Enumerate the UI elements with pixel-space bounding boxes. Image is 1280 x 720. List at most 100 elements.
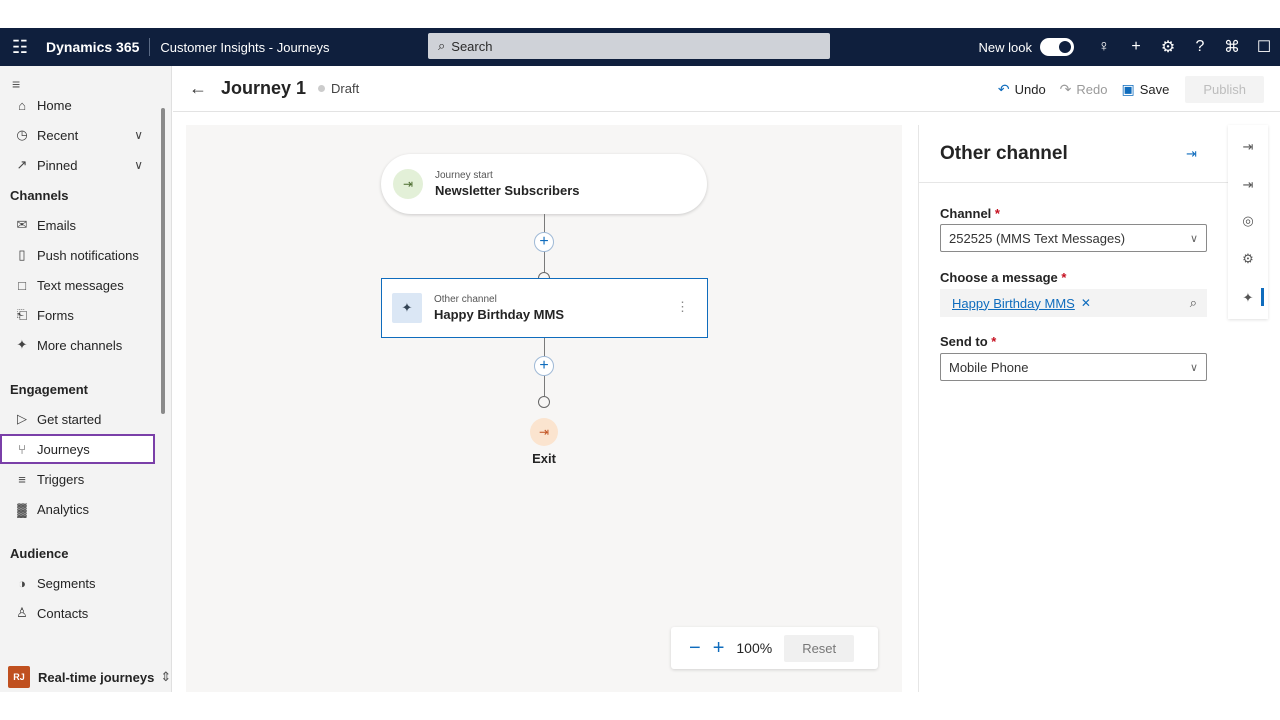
undo-label: Undo xyxy=(1014,82,1046,97)
sidebar-item-label: Forms xyxy=(37,307,74,323)
undo-icon: ↶ xyxy=(997,81,1010,97)
lightbulb-icon[interactable]: ♀ xyxy=(1088,38,1120,56)
phone-notification-icon: ▯ xyxy=(18,247,26,262)
required-marker: * xyxy=(1061,270,1067,285)
reset-zoom-button[interactable]: Reset xyxy=(784,634,855,662)
search-box[interactable]: ⌕ Search xyxy=(428,33,830,59)
selected-message-link[interactable]: Happy Birthday MMS xyxy=(952,296,1075,311)
send-to-value: Mobile Phone xyxy=(949,359,1029,375)
undo-button[interactable]: ↶ Undo xyxy=(998,81,1046,98)
sidebar-item-label: Journeys xyxy=(37,441,90,457)
channel-value: 252525 (MMS Text Messages) xyxy=(949,230,1126,246)
chat-icon[interactable]: ☐ xyxy=(1248,37,1280,57)
sidebar-item-emails[interactable]: ✉ Emails xyxy=(0,210,171,240)
sidebar-item-analytics[interactable]: ▓ Analytics xyxy=(0,494,171,524)
send-to-label: Send to * xyxy=(940,334,996,349)
other-channel-node[interactable]: ✦ Other channel Happy Birthday MMS ⋮ xyxy=(381,278,708,338)
sidebar-item-forms[interactable]: ⎗ Forms xyxy=(0,300,171,330)
sidebar-item-contacts[interactable]: ♙ Contacts xyxy=(0,598,171,628)
brand-name[interactable]: Dynamics 365 xyxy=(40,38,151,56)
zoom-out-button[interactable]: − xyxy=(689,638,701,658)
area-switcher[interactable]: RJ Real-time journeys ⇕ xyxy=(0,662,172,692)
chevron-down-icon[interactable]: ∨ xyxy=(134,158,143,172)
command-bar: ← Journey 1 Draft ↶ Undo ↷ Redo ▣ Save P… xyxy=(173,66,1280,112)
sidebar-item-label: Contacts xyxy=(37,605,89,621)
help-icon[interactable]: ? xyxy=(1184,38,1216,56)
divider xyxy=(919,182,1229,183)
analytics-icon: ▓ xyxy=(17,501,27,517)
journey-icon: ⑂ xyxy=(18,441,26,457)
exit-label: Exit xyxy=(532,451,556,466)
puzzle-icon[interactable]: ✦ xyxy=(1240,290,1256,306)
status-dot xyxy=(318,85,326,92)
back-arrow-icon[interactable]: ← xyxy=(189,78,207,99)
status-badge: Draft xyxy=(318,81,359,96)
sidebar-item-label: Emails xyxy=(37,217,77,233)
more-options-icon[interactable]: ⋮ xyxy=(676,299,689,315)
message-picker[interactable]: Happy Birthday MMS ✕ ⌕ xyxy=(940,289,1207,317)
sidebar-item-text-messages[interactable]: □ Text messages xyxy=(0,270,171,300)
sidebar-item-label: Push notifications xyxy=(37,247,139,263)
publish-button[interactable]: Publish xyxy=(1185,76,1264,103)
channel-label: Channel * xyxy=(940,206,1000,221)
sidebar-item-home[interactable]: ⌂ Home xyxy=(0,90,171,120)
settings-icon[interactable]: ⚙ xyxy=(1152,37,1184,57)
sidebar-item-journeys[interactable]: ⑂ Journeys xyxy=(0,434,155,464)
collapse-panel-icon[interactable]: ⇥ xyxy=(1186,146,1197,162)
message-label: Choose a message * xyxy=(940,270,1066,285)
mail-icon: ✉ xyxy=(16,217,28,232)
sidebar-item-segments[interactable]: ◑ Segments xyxy=(0,568,171,598)
app-launcher-icon[interactable]: ☷ xyxy=(0,28,40,66)
zoom-in-button[interactable]: + xyxy=(713,638,725,658)
hamburger-menu-icon[interactable]: ≡ xyxy=(0,66,171,92)
sidebar-item-more-channels[interactable]: ✦ More channels xyxy=(0,330,171,360)
plus-icon[interactable]: + xyxy=(1120,38,1152,56)
sidebar-item-pinned[interactable]: ↗ Pinned ∨ xyxy=(0,150,171,180)
add-step-button[interactable]: + xyxy=(534,356,554,376)
search-icon[interactable]: ⌕ xyxy=(1190,295,1197,311)
sidebar-item-label: Recent xyxy=(37,127,79,143)
send-to-select[interactable]: Mobile Phone ∨ xyxy=(940,353,1207,381)
command-actions: ↶ Undo ↷ Redo ▣ Save Publish xyxy=(984,76,1264,103)
section-engagement: Engagement xyxy=(10,381,89,397)
save-button[interactable]: ▣ Save xyxy=(1121,81,1169,98)
redo-button[interactable]: ↷ Redo xyxy=(1060,81,1108,98)
save-label: Save xyxy=(1139,82,1170,97)
new-look-toggle[interactable] xyxy=(1040,38,1074,56)
redo-icon: ↷ xyxy=(1059,81,1072,97)
journey-canvas[interactable]: ⇥ Journey start Newsletter Subscribers +… xyxy=(186,125,902,692)
segments-icon: ◑ xyxy=(18,575,26,591)
goal-icon[interactable]: ◎ xyxy=(1240,213,1256,229)
channel-select[interactable]: 252525 (MMS Text Messages) ∨ xyxy=(940,224,1207,252)
sidebar-item-triggers[interactable]: ≡ Triggers xyxy=(0,464,171,494)
exit-icon[interactable]: ⇥ xyxy=(1240,177,1256,193)
pin-icon: ↗ xyxy=(16,157,28,172)
exit-icon[interactable]: ⇥ xyxy=(530,418,558,446)
remove-message-icon[interactable]: ✕ xyxy=(1081,296,1091,310)
status-text: Draft xyxy=(331,81,360,96)
sidebar-item-push-notifications[interactable]: ▯ Push notifications xyxy=(0,240,171,270)
sidebar-scrollbar[interactable] xyxy=(161,108,165,414)
journey-start-node[interactable]: ⇥ Journey start Newsletter Subscribers xyxy=(381,154,707,214)
app-name[interactable]: Customer Insights - Journeys xyxy=(150,40,329,55)
search-placeholder: Search xyxy=(451,38,493,54)
search-icon: ⌕ xyxy=(438,38,446,53)
copilot-icon[interactable]: ⌘ xyxy=(1216,37,1248,57)
settings-icon[interactable]: ⚙ xyxy=(1240,251,1256,267)
right-rail: ⇥ ⇥ ◎ ⚙ ✦ xyxy=(1228,125,1268,319)
sidebar-item-recent[interactable]: ◷ Recent ∨ xyxy=(0,120,171,150)
add-step-button[interactable]: + xyxy=(534,232,554,252)
channel-label-text: Channel xyxy=(940,206,992,221)
sidebar-item-get-started[interactable]: ▷ Get started xyxy=(0,404,171,434)
chevron-down-icon[interactable]: ∨ xyxy=(134,128,143,142)
sidebar-item-label: Triggers xyxy=(37,471,85,487)
enter-icon[interactable]: ⇥ xyxy=(1240,139,1256,155)
required-marker: * xyxy=(994,206,1000,221)
save-icon: ▣ xyxy=(1121,81,1135,97)
sidebar-item-label: Segments xyxy=(37,575,96,591)
sidebar-item-label: Text messages xyxy=(37,277,124,293)
play-icon: ▷ xyxy=(17,411,27,426)
chevron-down-icon: ∨ xyxy=(1189,232,1198,245)
sidebar: ≡ ⌂ Home ◷ Recent ∨ ↗ Pinned ∨ Channels … xyxy=(0,66,172,692)
zoom-controls: − + 100% Reset xyxy=(671,627,878,669)
